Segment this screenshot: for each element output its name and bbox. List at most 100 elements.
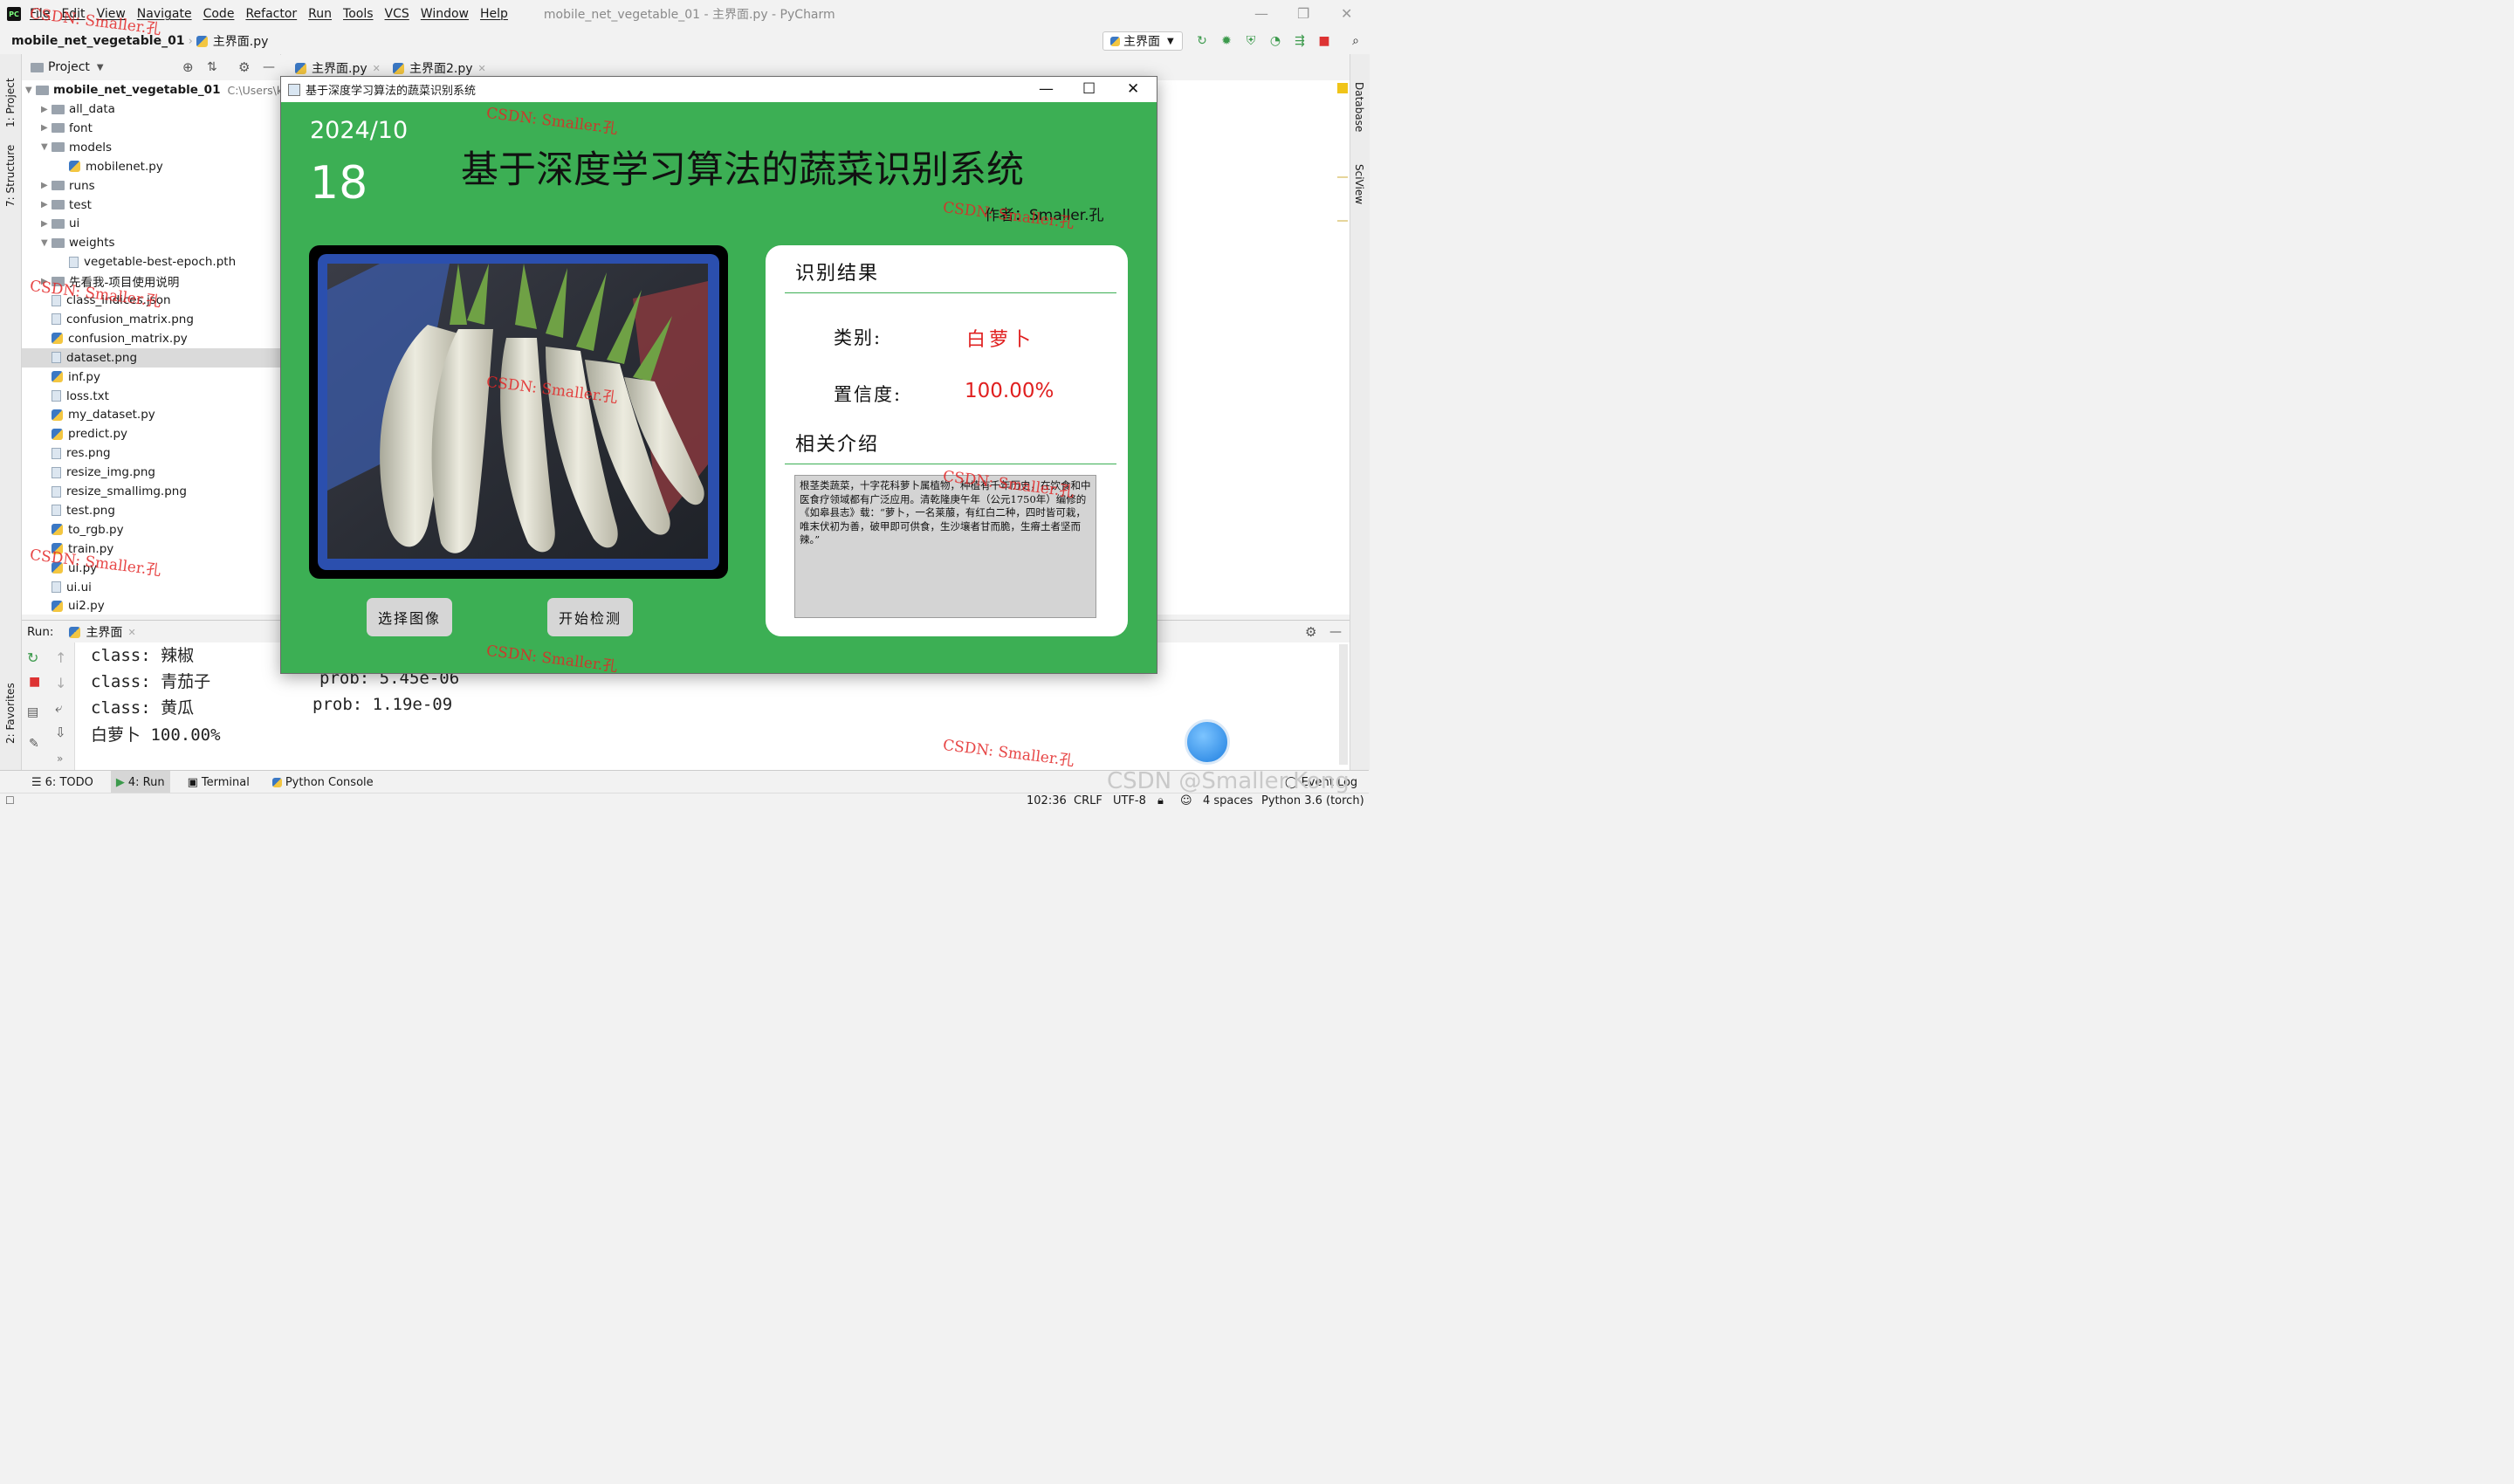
restore-icon[interactable]: ❐ — [1297, 5, 1309, 22]
toggle-tool-windows-icon[interactable]: ☐ — [5, 794, 15, 807]
tree-item[interactable]: vegetable-best-epoch.pth — [22, 252, 280, 271]
tab-run[interactable]: ▶ 4: Run — [110, 771, 170, 794]
rerun-icon[interactable]: ↻ — [27, 649, 38, 666]
tree-item[interactable]: loss.txt — [22, 387, 280, 406]
tree-item[interactable]: to_rgb.py — [22, 520, 280, 539]
inspection-status-icon[interactable] — [1337, 83, 1348, 93]
soft-wrap-icon[interactable]: ⤶ — [55, 700, 62, 716]
project-tool-tab[interactable]: 1: Project — [4, 78, 17, 127]
menu-run[interactable]: Run — [308, 7, 332, 21]
tree-item[interactable]: ▶ ui — [22, 214, 280, 233]
menu-window[interactable]: Window — [421, 7, 469, 21]
floating-assistant-icon[interactable] — [1185, 719, 1230, 765]
menu-refactor[interactable]: Refactor — [245, 7, 297, 21]
tree-item[interactable]: mobilenet.py — [22, 157, 280, 176]
project-panel-label[interactable]: Project — [48, 60, 90, 74]
search-icon[interactable]: ⌕ — [1348, 33, 1363, 49]
menu-help[interactable]: Help — [480, 7, 508, 21]
lock-icon[interactable]: 🔒︎ — [1157, 794, 1164, 807]
select-image-button[interactable]: 选择图像 — [367, 598, 452, 636]
close-tab-icon[interactable]: ✕ — [478, 63, 486, 74]
chevron-down-icon[interactable]: ▼ — [97, 63, 104, 72]
tree-root[interactable]: ▼ mobile_net_vegetable_01 C:\Users\kon — [25, 80, 296, 100]
tab-main-ui-py[interactable]: 主界面.py ✕ — [295, 59, 381, 77]
tree-item[interactable]: my_dataset.py — [22, 405, 280, 424]
chevron-right-icon[interactable]: ▶ — [41, 200, 52, 210]
menu-vcs[interactable]: VCS — [385, 7, 409, 21]
close-tab-icon[interactable]: ✕ — [373, 63, 381, 74]
tree-item[interactable]: ui.ui — [22, 578, 280, 597]
concurrency-icon[interactable]: ⇶ — [1292, 33, 1308, 49]
tree-item[interactable]: resize_smallimg.png — [22, 482, 280, 501]
menu-code[interactable]: Code — [203, 7, 235, 21]
tab-python-console[interactable]: Python Console — [267, 771, 379, 794]
python-file-icon — [196, 35, 208, 47]
chevron-down-icon[interactable]: ▼ — [41, 238, 52, 248]
chevron-right-icon[interactable]: ▶ — [41, 123, 52, 133]
tree-item[interactable]: resize_img.png — [22, 463, 280, 482]
pin-icon[interactable]: ✎ — [29, 737, 39, 751]
hide-panel-icon[interactable]: — — [263, 60, 275, 74]
arrow-up-icon[interactable]: ↑ — [55, 649, 66, 666]
file-icon — [52, 313, 61, 326]
coverage-icon[interactable]: ⛨ — [1243, 33, 1259, 49]
hector-icon[interactable]: ☺ — [1180, 794, 1192, 807]
app-minimize-icon[interactable]: — — [1039, 80, 1054, 98]
run-configuration-select[interactable]: 主界面 ▼ — [1102, 31, 1183, 51]
file-encoding[interactable]: UTF-8 — [1113, 794, 1146, 807]
close-tab-icon[interactable]: ✕ — [127, 627, 135, 638]
hide-panel-icon[interactable]: — — [1329, 625, 1342, 639]
arrow-down-icon[interactable]: ↓ — [55, 675, 66, 691]
indent-setting[interactable]: 4 spaces — [1203, 794, 1253, 807]
python-interpreter[interactable]: Python 3.6 (torch) — [1261, 794, 1364, 807]
scroll-to-end-icon[interactable]: ⇩ — [55, 725, 66, 740]
debug-icon[interactable]: ✹ — [1219, 33, 1234, 49]
chevron-down-icon[interactable]: ▼ — [41, 142, 52, 152]
tree-item[interactable]: inf.py — [22, 368, 280, 387]
sciview-tool-tab[interactable]: SciView — [1353, 164, 1365, 204]
tree-item[interactable]: res.png — [22, 443, 280, 463]
tree-item[interactable]: ▶ runs — [22, 176, 280, 196]
console-scrollbar[interactable] — [1339, 644, 1348, 765]
collapse-all-icon[interactable]: ⇅ — [207, 60, 217, 74]
gear-icon[interactable]: ⚙ — [1305, 624, 1316, 640]
layout-icon[interactable]: ▤ — [27, 705, 38, 719]
chevron-right-icon[interactable]: ▶ — [41, 105, 52, 114]
tab-todo[interactable]: ☰ 6: TODO — [26, 771, 99, 794]
chevron-right-icon[interactable]: ▶ — [41, 181, 52, 190]
stop-icon[interactable]: ■ — [1316, 33, 1332, 49]
tree-item[interactable]: test.png — [22, 501, 280, 520]
caret-position[interactable]: 102:36 — [1027, 794, 1067, 807]
structure-tool-tab[interactable]: 7: Structure — [4, 145, 17, 207]
stop-icon[interactable]: ■ — [29, 675, 40, 689]
tree-item[interactable]: ▶ font — [22, 119, 280, 138]
favorites-tool-tab[interactable]: 2: Favorites — [4, 683, 17, 744]
tree-item[interactable]: ui2.py — [22, 596, 280, 615]
database-tool-tab[interactable]: Database — [1353, 82, 1365, 132]
tree-item[interactable]: ▼ models — [22, 138, 280, 157]
line-separator[interactable]: CRLF — [1074, 794, 1102, 807]
start-detection-button[interactable]: 开始检测 — [547, 598, 633, 636]
minimize-icon[interactable]: — — [1254, 5, 1268, 22]
tab-main-ui2-py[interactable]: 主界面2.py ✕ — [393, 59, 486, 77]
rerun-icon[interactable]: ↻ — [1194, 33, 1210, 49]
run-tab-label[interactable]: 主界面 — [86, 623, 122, 641]
profile-icon[interactable]: ◔ — [1267, 33, 1283, 49]
tree-item[interactable]: confusion_matrix.png — [22, 310, 280, 329]
locate-icon[interactable]: ⊕ — [182, 59, 194, 75]
tree-item[interactable]: dataset.png — [22, 347, 280, 368]
app-maximize-icon[interactable]: ☐ — [1082, 80, 1096, 98]
tree-item[interactable]: predict.py — [22, 424, 280, 443]
app-close-icon[interactable]: ✕ — [1127, 80, 1139, 98]
gear-icon[interactable]: ⚙ — [238, 59, 250, 75]
tree-item[interactable]: ▶ test — [22, 196, 280, 215]
close-icon[interactable]: ✕ — [1341, 5, 1352, 22]
tree-item[interactable]: confusion_matrix.py — [22, 329, 280, 348]
tree-item[interactable]: ▶ all_data — [22, 100, 280, 119]
chevron-right-icon[interactable]: ▶ — [41, 219, 52, 229]
menu-tools[interactable]: Tools — [343, 7, 374, 21]
tree-item[interactable]: ▼ weights — [22, 233, 280, 252]
tab-terminal[interactable]: ▣ Terminal — [182, 771, 255, 794]
more-icon[interactable]: » — [57, 752, 63, 765]
breadcrumb-file[interactable]: 主界面.py — [213, 32, 269, 50]
